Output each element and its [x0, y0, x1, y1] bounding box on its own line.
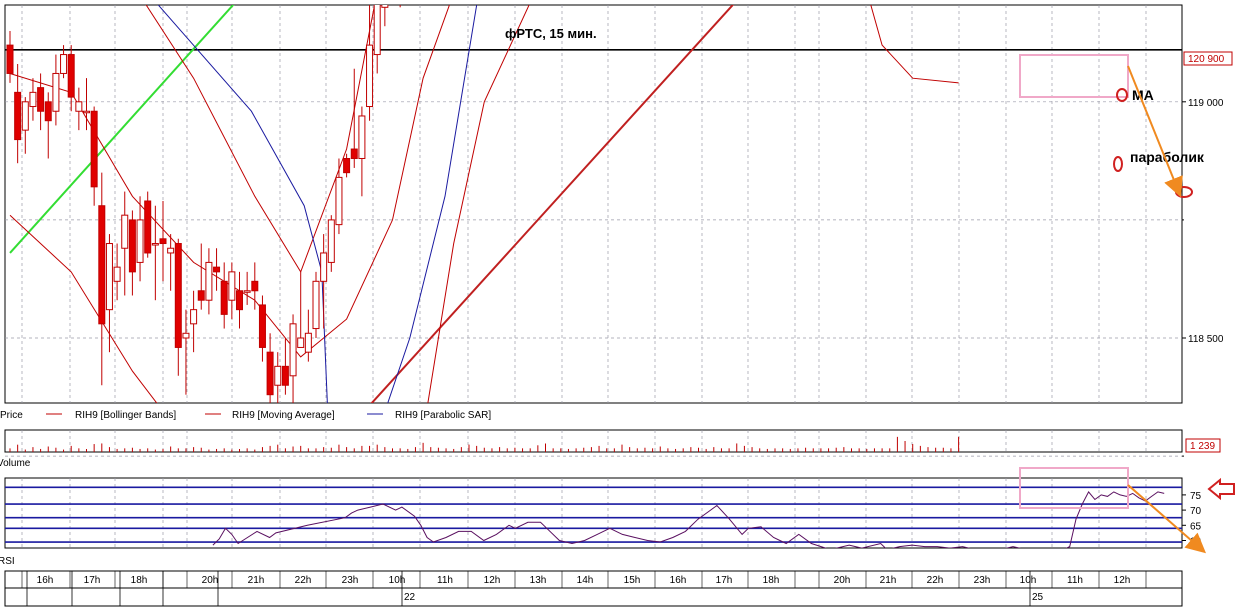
candle-body-up: [52, 72, 60, 112]
time-axis-hour-label: 22h: [295, 575, 312, 586]
legend-bollinger: RIH9 [Bollinger Bands]: [75, 410, 176, 421]
candle-body-up: [243, 290, 251, 293]
candle-body-down: [258, 304, 266, 348]
legend-ma: RIH9 [Moving Average]: [232, 410, 335, 421]
time-axis-hour-label: 20h: [834, 575, 851, 586]
candle-body-down: [266, 351, 274, 396]
price-axis-label: 118 500: [1188, 334, 1224, 345]
candle-body-down: [98, 205, 106, 325]
time-axis-hour-label: 12h: [484, 575, 501, 586]
chart-window: фРТС, 15 мин. МА параболик 118 500 119 00…: [0, 0, 1235, 608]
candle-body-down: [197, 290, 205, 301]
candle-body-up: [312, 280, 320, 330]
candle-body-up: [121, 214, 129, 249]
candle-body-down: [350, 148, 358, 159]
candle-body-up: [113, 266, 121, 282]
candle-body-up: [327, 219, 335, 263]
rsi-label: RSI: [0, 556, 15, 567]
time-axis-hour-label: 13h: [530, 575, 547, 586]
candle-body-down: [144, 200, 152, 254]
chart-canvas: фРТС, 15 мин. МА параболик 118 500119 00…: [0, 4, 1235, 607]
candle-body-up: [83, 110, 90, 114]
time-axis-hour-label: 21h: [248, 575, 265, 586]
candle-body-up: [205, 261, 213, 301]
candle-body-up: [297, 337, 305, 348]
candle-body-down: [251, 280, 259, 292]
price-axis-label: 119 000: [1188, 98, 1224, 109]
candle-body-up: [167, 247, 175, 254]
rsi-panel-frame: [4, 477, 1183, 549]
time-axis-hour-label: 11h: [1067, 575, 1083, 586]
time-axis-hour-label: 22h: [927, 575, 944, 586]
time-axis-hour-label: 17h: [716, 575, 733, 586]
candle-body-up: [190, 309, 198, 325]
time-axis-hour-label: 18h: [131, 575, 148, 586]
price-legend: Price RIH9 [Bollinger Bands] RIH9 [Movin…: [0, 410, 491, 421]
candle-body-down: [220, 280, 228, 315]
candle-body-up: [136, 219, 144, 263]
rsi-arrow-marker: [1207, 477, 1235, 501]
rsi-axis-label: 75: [1190, 491, 1202, 502]
candle-body-down: [90, 110, 98, 188]
candle-body-down: [37, 87, 45, 112]
time-axis-hour-label: 16h: [670, 575, 687, 586]
time-axis-hour-label: 15h: [624, 575, 641, 586]
time-axis-hour-label: 14h: [577, 575, 594, 586]
candle-body-up: [151, 243, 159, 246]
time-axis-hour-label: 23h: [974, 575, 991, 586]
time-axis-day-label: 22: [404, 592, 416, 603]
time-axis-hour-label: 17h: [84, 575, 101, 586]
candle-body-down: [6, 44, 14, 74]
last-price-label: 120 900: [1188, 54, 1225, 65]
rsi-axis-label: 70: [1190, 506, 1202, 517]
candle-body-up: [335, 176, 343, 226]
volume-label: Volume: [0, 458, 31, 469]
legend-price: Price: [0, 410, 23, 421]
candle-body-down: [67, 54, 75, 98]
candle-body-up: [182, 332, 190, 339]
time-axis-day-label: 25: [1032, 592, 1044, 603]
volume-last-label: 1 239: [1190, 441, 1215, 452]
candle-body-up: [228, 271, 236, 301]
candle-body-up: [381, 5, 389, 8]
rsi-axis: 60657075: [1182, 491, 1202, 548]
candle-body-down: [44, 101, 52, 122]
time-axis-hour-label: 12h: [1114, 575, 1131, 586]
candle-body-up: [358, 115, 366, 159]
chart-title: фРТС, 15 мин.: [505, 26, 597, 41]
candle-body-up: [366, 44, 374, 108]
time-axis-hour-label: 10h: [1020, 575, 1037, 586]
candle-body-down: [281, 365, 289, 386]
time-axis-hour-label: 10h: [389, 575, 406, 586]
candle-body-up: [105, 243, 113, 311]
candle-body-up: [289, 323, 297, 377]
candle-body-down: [213, 266, 221, 273]
candle-body-down: [343, 157, 351, 174]
candle-body-down: [236, 290, 243, 311]
candle-body-down: [174, 243, 182, 348]
candle-body-up: [29, 91, 37, 108]
candle-body-down: [128, 219, 136, 273]
legend-sar: RIH9 [Parabolic SAR]: [395, 410, 491, 421]
time-axis-hour-label: 21h: [880, 575, 897, 586]
candle-body-up: [21, 101, 29, 131]
time-axis-hour-label: 18h: [763, 575, 780, 586]
candle-body-up: [304, 332, 312, 353]
price-axis: 118 500119 000119 500120 000120 500121 0…: [1182, 98, 1224, 457]
candle-body-up: [75, 101, 83, 112]
time-axis-hour-label: 20h: [202, 575, 219, 586]
candle-body-up: [60, 54, 68, 74]
candle-body-up: [320, 252, 328, 282]
time-axis-hour-label: 11h: [437, 575, 453, 586]
time-axis-hour-label: 16h: [37, 575, 54, 586]
volume-panel-frame: [4, 429, 1183, 453]
candle-body-down: [159, 238, 167, 245]
candle-body-up: [274, 365, 282, 386]
candle-body-up: [373, 5, 381, 56]
time-axis-hour-label: 23h: [342, 575, 359, 586]
rsi-axis-label: 65: [1190, 521, 1202, 532]
candle-body-down: [14, 91, 22, 141]
